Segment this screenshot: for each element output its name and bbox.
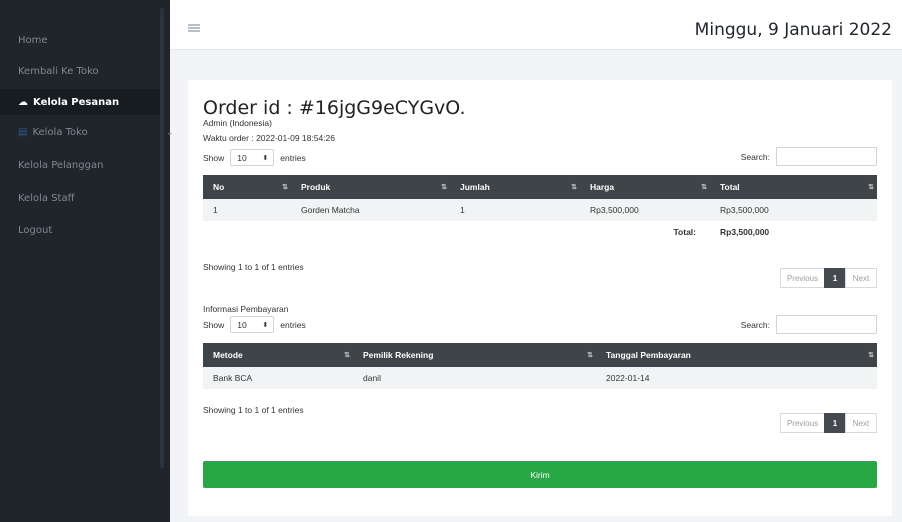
payment-pagination: Previous 1 Next [780,413,877,433]
search-label: Search: [740,151,770,162]
payment-search-input[interactable] [776,315,877,334]
cell-total: Rp3,500,000 [710,199,877,221]
hamburger-menu-icon[interactable] [188,24,200,32]
entries-value: 10 [237,319,247,330]
table-info: Showing 1 to 1 of 1 entries [203,262,304,272]
page-1-button[interactable]: 1 [824,268,846,288]
entries-value: 10 [237,152,247,163]
entries-label: entries [280,152,306,163]
sort-icon: ⇅ [587,352,593,359]
sidebar-item-label: Home [18,35,48,46]
search-control: Search: [741,147,877,166]
sort-icon: ⇅ [868,352,874,359]
sort-icon: ⇅ [441,184,447,191]
order-time: Waktu order : 2022-01-09 18:54:26 [203,133,335,143]
page-1-button[interactable]: 1 [824,413,846,433]
column-header-total[interactable]: Total ⇅ [710,175,877,199]
next-button[interactable]: Next [845,268,877,288]
cell-no: 1 [203,199,291,221]
previous-button[interactable]: Previous [780,268,825,288]
sort-icon: ⇅ [701,184,707,191]
cell-tanggal-pembayaran: 2022-01-14 [596,367,877,389]
order-admin: Admin (Indonesia) [203,118,272,128]
total-row: Total: Rp3,500,000 [203,221,877,243]
sidebar-item-home[interactable]: Home [18,35,48,46]
sidebar-item-kembali-ke-toko[interactable]: Kembali Ke Toko [18,66,99,77]
cell-metode: Bank BCA [203,367,353,389]
payment-entries-select[interactable]: 10 ⬍ [230,316,275,333]
column-header-no[interactable]: No ⇅ [203,175,291,199]
column-header-tanggal-pembayaran[interactable]: Tanggal Pembayaran ⇅ [596,343,877,367]
sidebar-item-label: Kelola Pesanan [33,96,120,108]
sort-updown-icon: ⬍ [262,321,269,329]
sort-icon: ⇅ [571,184,577,191]
entries-control: Show 10 ⬍ entries [203,149,306,166]
sort-icon: ⇅ [344,352,350,359]
sidebar-item-kelola-pesanan[interactable]: ☁ Kelola Pesanan [0,89,160,115]
payment-table-info: Showing 1 to 1 of 1 entries [203,405,304,415]
cell-harga: Rp3,500,000 [580,199,710,221]
column-header-metode[interactable]: Metode ⇅ [203,343,353,367]
pagination: Previous 1 Next [780,268,877,288]
order-card: Order id : #16jgG9eCYGvO. Admin (Indones… [188,80,892,516]
sidebar-item-logout[interactable]: Logout [18,225,52,236]
column-header-pemilik-rekening[interactable]: Pemilik Rekening ⇅ [353,343,596,367]
sort-icon: ⇅ [868,184,874,191]
page-title: Order id : #16jgG9eCYGvO. [203,97,466,119]
column-header-jumlah[interactable]: Jumlah ⇅ [450,175,580,199]
table-row: Bank BCA danil 2022-01-14 [203,367,877,389]
sort-updown-icon: ⬍ [262,154,269,162]
column-header-produk[interactable]: Produk ⇅ [291,175,450,199]
next-button[interactable]: Next [845,413,877,433]
cell-jumlah: 1 [450,199,580,221]
sidebar-item-kelola-pelanggan[interactable]: Kelola Pelanggan [18,160,103,171]
order-items-table: No ⇅ Produk ⇅ Jumlah ⇅ Harga ⇅ Total ⇅ 1 Gord… [203,175,877,243]
payment-entries-control: Show 10 ⬍ entries [203,316,306,333]
sidebar-scrollbar[interactable] [160,8,164,468]
sidebar-item-label: Kembali Ke Toko [18,66,99,77]
search-label: Search: [740,319,770,330]
table-icon: ▤ [18,127,28,138]
sidebar-item-label: Logout [18,225,53,236]
sidebar: Home Kembali Ke Toko ☁ Kelola Pesanan ▤ … [0,0,174,522]
previous-button[interactable]: Previous [780,413,825,433]
sidebar-item-kelola-staff[interactable]: Kelola Staff [18,193,74,204]
top-bar: Minggu, 9 Januari 2022 [170,0,902,50]
cloud-icon: ☁ [18,96,28,108]
column-header-harga[interactable]: Harga ⇅ [580,175,710,199]
total-value: Rp3,500,000 [710,221,877,243]
chevron-down-icon: ⌄ [166,127,174,138]
entries-label: entries [280,319,306,330]
payment-search-control: Search: [741,315,877,334]
payment-table: Metode ⇅ Pemilik Rekening ⇅ Tanggal Pembay… [203,343,877,389]
cell-pemilik-rekening: danil [353,367,596,389]
kirim-button[interactable]: Kirim [203,461,877,488]
sidebar-item-kelola-toko[interactable]: ▤ Kelola Toko ⌄ [18,127,174,138]
table-row: 1 Gorden Matcha 1 Rp3,500,000 Rp3,500,00… [203,199,877,221]
cell-produk: Gorden Matcha [291,199,450,221]
show-label: Show [203,152,225,163]
show-label: Show [203,319,225,330]
page-date: Minggu, 9 Januari 2022 [694,20,892,40]
entries-select[interactable]: 10 ⬍ [230,149,275,166]
payment-section-title: Informasi Pembayaran [203,304,289,314]
sidebar-item-label: Kelola Toko [32,127,88,138]
search-input[interactable] [776,147,877,166]
sidebar-item-label: Kelola Staff [18,193,75,204]
sidebar-item-label: Kelola Pelanggan [18,160,104,171]
total-label: Total: [580,221,710,243]
sort-icon: ⇅ [282,184,288,191]
